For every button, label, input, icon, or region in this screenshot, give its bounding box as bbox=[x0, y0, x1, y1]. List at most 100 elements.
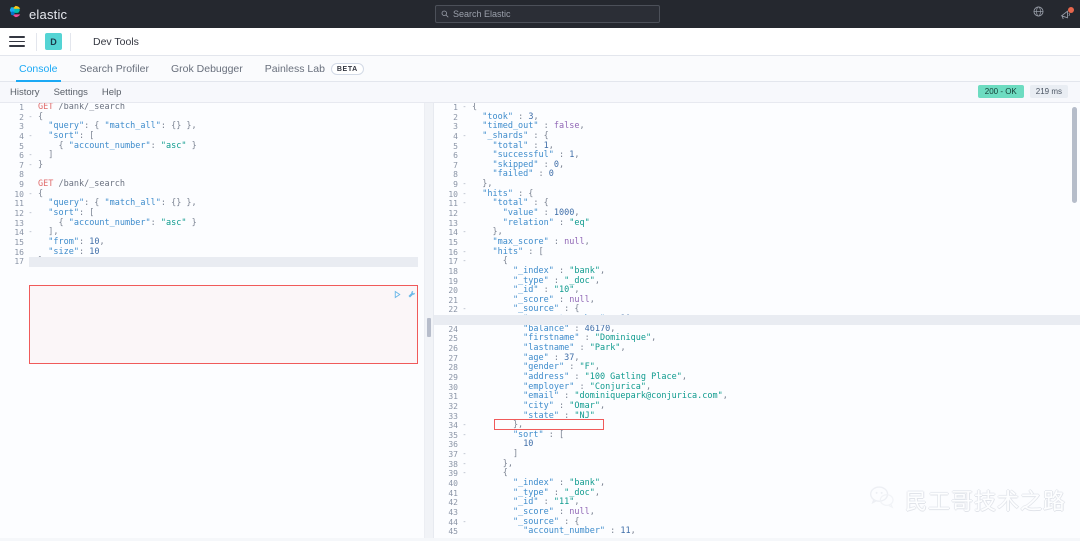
tab-grok-debugger-label: Grok Debugger bbox=[171, 63, 243, 75]
line-number: 16 bbox=[434, 248, 461, 258]
fold-marker[interactable]: - bbox=[461, 248, 468, 258]
nav-divider bbox=[36, 33, 37, 51]
brand-name: elastic bbox=[29, 7, 67, 22]
fold-marker[interactable]: - bbox=[27, 113, 34, 123]
line-number: 43 bbox=[434, 508, 461, 518]
duration-badge: 219 ms bbox=[1030, 85, 1068, 98]
fold-marker[interactable]: - bbox=[27, 151, 34, 161]
request-code-lines[interactable]: 1GET /bank/_search2-{3 "query": { "match… bbox=[0, 103, 424, 267]
fold-marker[interactable]: - bbox=[461, 460, 468, 470]
response-viewer[interactable]: 1-{2 "took" : 3,3 "timed_out" : false,4-… bbox=[434, 103, 1080, 538]
code-line[interactable]: 16 "size": 10 bbox=[0, 248, 424, 258]
status-badge: 200 - OK bbox=[978, 85, 1024, 98]
line-number: 1 bbox=[0, 103, 27, 113]
request-editor[interactable]: 1GET /bank/_search2-{3 "query": { "match… bbox=[0, 103, 425, 538]
line-number: 44 bbox=[434, 518, 461, 528]
tab-console[interactable]: Console bbox=[8, 63, 69, 81]
line-number: 14 bbox=[0, 228, 27, 238]
code-line[interactable]: 38- }, bbox=[434, 460, 1080, 470]
line-text: "size": 10 bbox=[34, 248, 99, 258]
global-top-bar: elastic Search Elastic bbox=[0, 0, 1080, 28]
fold-marker[interactable]: - bbox=[461, 180, 468, 190]
code-line[interactable]: 33 "state" : "NJ" bbox=[434, 412, 1080, 422]
code-line[interactable]: 1GET /bank/_search bbox=[0, 103, 424, 113]
search-icon bbox=[441, 5, 449, 23]
pane-divider[interactable] bbox=[425, 103, 434, 538]
line-number: 17 bbox=[0, 257, 27, 267]
tab-search-profiler-label: Search Profiler bbox=[80, 63, 149, 75]
line-number: 6 bbox=[434, 151, 461, 161]
line-number: 7 bbox=[434, 161, 461, 171]
line-number: 6 bbox=[0, 151, 27, 161]
line-number: 19 bbox=[434, 277, 461, 287]
line-number: 17 bbox=[434, 257, 461, 267]
fold-marker[interactable]: - bbox=[27, 228, 34, 238]
subnav-item-help[interactable]: Help bbox=[102, 87, 122, 98]
line-number: 42 bbox=[434, 498, 461, 508]
fold-marker[interactable]: - bbox=[461, 190, 468, 200]
line-number: 20 bbox=[434, 286, 461, 296]
fold-marker[interactable]: - bbox=[461, 228, 468, 238]
code-line[interactable]: 9GET /bank/_search bbox=[0, 180, 424, 190]
fold-marker[interactable]: - bbox=[27, 209, 34, 219]
code-line[interactable]: 6- ] bbox=[0, 151, 424, 161]
fold-marker[interactable]: - bbox=[461, 257, 468, 267]
code-line[interactable]: 8 "failed" : 0 bbox=[434, 170, 1080, 180]
top-bar-actions bbox=[1032, 0, 1072, 28]
line-text: { "account_number": "asc" } bbox=[34, 142, 197, 152]
line-number: 21 bbox=[434, 296, 461, 306]
line-number: 13 bbox=[434, 219, 461, 229]
play-triangle-icon[interactable] bbox=[393, 286, 402, 304]
line-number: 3 bbox=[0, 122, 27, 132]
selected-request-outline bbox=[29, 285, 418, 364]
code-line[interactable]: 13 { "account_number": "asc" } bbox=[0, 219, 424, 229]
tab-grok-debugger[interactable]: Grok Debugger bbox=[160, 63, 254, 81]
line-number: 18 bbox=[434, 267, 461, 277]
hamburger-menu-icon[interactable] bbox=[6, 36, 28, 47]
fold-marker[interactable]: - bbox=[27, 161, 34, 171]
brand[interactable]: elastic bbox=[8, 4, 67, 24]
code-line[interactable]: 7-} bbox=[0, 161, 424, 171]
nav-divider-2 bbox=[70, 33, 71, 51]
code-line[interactable]: 16- "hits" : [ bbox=[434, 248, 1080, 258]
code-line[interactable]: 13 "relation" : "eq" bbox=[434, 219, 1080, 229]
tab-search-profiler[interactable]: Search Profiler bbox=[69, 63, 160, 81]
tab-painless-lab[interactable]: Painless Lab BETA bbox=[254, 63, 375, 81]
app-nav-bar: D Dev Tools bbox=[0, 28, 1080, 56]
fold-marker[interactable]: - bbox=[27, 190, 34, 200]
line-number: 8 bbox=[0, 170, 27, 180]
fold-marker[interactable]: - bbox=[461, 421, 468, 431]
wrench-icon[interactable] bbox=[407, 286, 416, 304]
line-number: 40 bbox=[434, 479, 461, 489]
code-line[interactable]: 36 10 bbox=[434, 440, 1080, 450]
global-search-placeholder: Search Elastic bbox=[453, 9, 511, 19]
response-scrollbar[interactable] bbox=[1072, 107, 1077, 203]
fold-marker[interactable]: - bbox=[461, 132, 468, 142]
line-number: 15 bbox=[0, 238, 27, 248]
beta-badge: BETA bbox=[331, 63, 364, 75]
page-title: Dev Tools bbox=[93, 36, 139, 48]
fold-marker[interactable]: - bbox=[461, 431, 468, 441]
news-megaphone-icon[interactable] bbox=[1059, 8, 1072, 21]
line-number: 28 bbox=[434, 363, 461, 373]
help-globe-icon[interactable] bbox=[1032, 5, 1045, 23]
code-line[interactable]: 45 "account_number" : 11, bbox=[434, 527, 1080, 537]
subnav-item-history[interactable]: History bbox=[10, 87, 40, 98]
fold-marker[interactable]: - bbox=[461, 450, 468, 460]
pane-resize-handle[interactable] bbox=[427, 318, 431, 337]
fold-marker[interactable]: - bbox=[461, 103, 468, 113]
subnav-item-settings[interactable]: Settings bbox=[54, 87, 88, 98]
fold-marker[interactable]: - bbox=[461, 518, 468, 528]
line-text: "account_number" : 11, bbox=[468, 527, 636, 537]
code-line[interactable]: 37- ] bbox=[434, 450, 1080, 460]
fold-marker[interactable]: - bbox=[461, 199, 468, 209]
fold-marker[interactable]: - bbox=[461, 305, 468, 315]
line-number: 12 bbox=[434, 209, 461, 219]
fold-marker[interactable]: - bbox=[27, 132, 34, 142]
fold-marker[interactable]: - bbox=[461, 469, 468, 479]
response-status: 200 - OK 219 ms bbox=[978, 85, 1068, 98]
code-line[interactable]: 5 { "account_number": "asc" } bbox=[0, 142, 424, 152]
line-number: 4 bbox=[0, 132, 27, 142]
global-search-input[interactable]: Search Elastic bbox=[435, 5, 660, 23]
line-text: GET /bank/_search bbox=[34, 180, 125, 190]
